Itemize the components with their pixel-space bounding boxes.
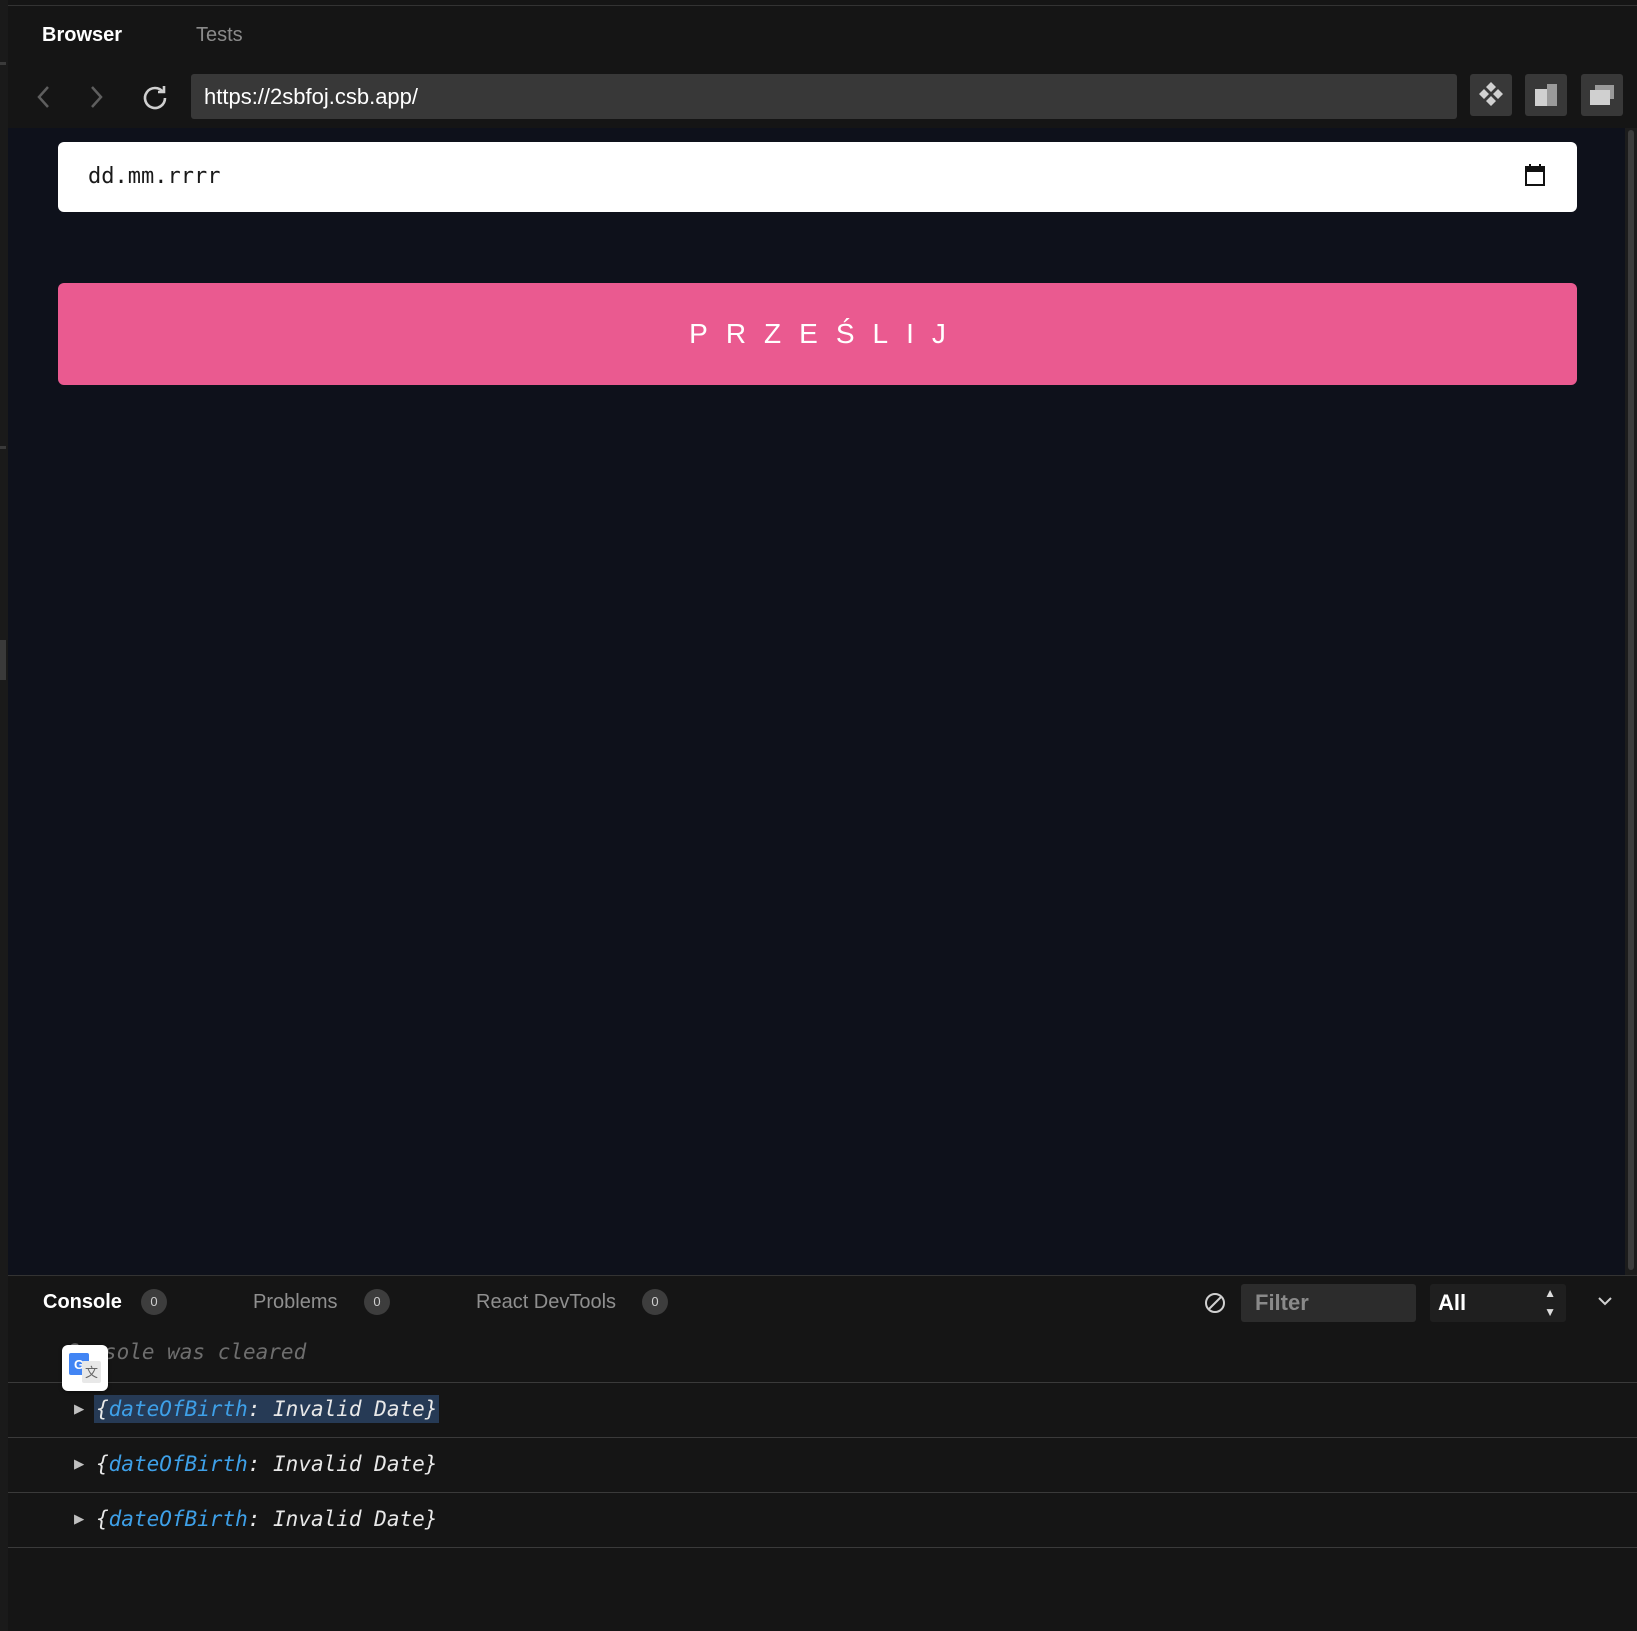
edge-mark xyxy=(0,62,6,65)
split-view-icon xyxy=(1535,84,1557,106)
reload-icon xyxy=(143,86,167,110)
viewport-scrollbar[interactable] xyxy=(1625,128,1637,1275)
console-log-entry[interactable]: ▶ {dateOfBirth: Invalid Date} xyxy=(8,1438,1637,1493)
log-key: dateOfBirth xyxy=(108,1397,248,1421)
open-codesandbox-button[interactable] xyxy=(1470,74,1512,116)
reload-button[interactable] xyxy=(138,80,172,114)
expand-triangle-icon[interactable]: ▶ xyxy=(74,1454,84,1474)
submit-button[interactable]: PRZEŚLIJ xyxy=(58,283,1577,385)
tab-react-devtools[interactable]: React DevTools xyxy=(476,1291,616,1314)
chevron-down-icon[interactable] xyxy=(1597,1295,1613,1307)
console-filter-input[interactable]: Filter xyxy=(1241,1284,1416,1322)
log-level-select[interactable]: All ▲ ▼ xyxy=(1430,1284,1566,1322)
expand-triangle-icon[interactable]: ▶ xyxy=(74,1399,84,1419)
problems-count-badge: 0 xyxy=(364,1289,390,1315)
calendar-icon[interactable] xyxy=(1525,164,1545,186)
tab-console[interactable]: Console xyxy=(43,1291,122,1314)
forward-button[interactable] xyxy=(80,80,114,114)
log-object[interactable]: {dateOfBirth: Invalid Date} xyxy=(94,1395,440,1423)
edge-mark xyxy=(0,446,6,449)
select-arrows-icon: ▲ ▼ xyxy=(1544,1286,1556,1319)
open-window-button[interactable] xyxy=(1581,74,1623,116)
chevron-left-icon xyxy=(37,86,49,108)
console-count-badge: 0 xyxy=(141,1289,167,1315)
log-value: Invalid Date xyxy=(273,1452,425,1476)
google-translate-icon[interactable]: G 文 xyxy=(62,1345,108,1391)
diamond-grid-icon xyxy=(1479,82,1503,106)
translate-glyph-icon: G 文 xyxy=(69,1353,101,1383)
devtools-count-badge: 0 xyxy=(642,1289,668,1315)
preview-tabs: Browser Tests xyxy=(8,6,1637,66)
split-view-button[interactable] xyxy=(1525,74,1567,116)
edge-mark xyxy=(0,640,6,680)
log-value: Invalid Date xyxy=(273,1507,425,1531)
log-object[interactable]: {dateOfBirth: Invalid Date} xyxy=(94,1450,439,1478)
log-value: Invalid Date xyxy=(273,1397,425,1421)
console-toolbar: Console 0 Problems 0 React DevTools 0 Fi… xyxy=(8,1275,1637,1329)
back-button[interactable] xyxy=(26,80,60,114)
chevron-right-icon xyxy=(91,86,103,108)
scrollbar-thumb[interactable] xyxy=(1628,130,1634,1270)
window-icon xyxy=(1590,85,1614,105)
tab-browser[interactable]: Browser xyxy=(42,24,122,47)
browser-navbar: https://2sbfoj.csb.app/ xyxy=(8,66,1637,128)
tab-problems[interactable]: Problems xyxy=(253,1291,337,1314)
console-cleared-line: Console was cleared xyxy=(8,1328,1637,1383)
clear-console-icon[interactable] xyxy=(1204,1292,1226,1314)
svg-text:文: 文 xyxy=(85,1366,98,1381)
url-input[interactable]: https://2sbfoj.csb.app/ xyxy=(191,74,1457,119)
console-output: Console was cleared ▶ {dateOfBirth: Inva… xyxy=(8,1328,1637,1631)
date-of-birth-input[interactable]: dd.mm.rrrr xyxy=(58,142,1577,212)
expand-triangle-icon[interactable]: ▶ xyxy=(74,1509,84,1529)
tab-tests[interactable]: Tests xyxy=(196,24,243,47)
log-object[interactable]: {dateOfBirth: Invalid Date} xyxy=(94,1505,439,1533)
log-key: dateOfBirth xyxy=(108,1452,248,1476)
console-log-entry[interactable]: ▶ {dateOfBirth: Invalid Date} xyxy=(8,1383,1637,1438)
date-input-value: dd.mm.rrrr xyxy=(88,164,221,189)
log-key: dateOfBirth xyxy=(108,1507,248,1531)
log-level-value: All xyxy=(1438,1290,1467,1315)
console-log-entry[interactable]: ▶ {dateOfBirth: Invalid Date} xyxy=(8,1493,1637,1548)
preview-viewport: dd.mm.rrrr PRZEŚLIJ xyxy=(8,128,1625,1275)
